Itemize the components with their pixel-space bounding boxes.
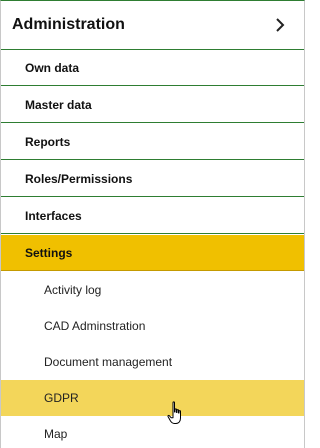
menu-item-master-data[interactable]: Master data — [1, 87, 304, 123]
menu-title: Administration — [12, 16, 125, 33]
submenu-item-label: CAD Adminstration — [44, 319, 146, 333]
submenu-item-label: Document management — [44, 355, 173, 369]
menu-item-interfaces[interactable]: Interfaces — [1, 198, 304, 234]
submenu-item-activity-log[interactable]: Activity log — [1, 272, 304, 308]
menu-item-settings[interactable]: Settings — [1, 235, 304, 271]
chevron-right-icon[interactable] — [274, 18, 286, 32]
menu-item-label: Reports — [25, 134, 71, 149]
menu-item-label: Master data — [25, 97, 92, 112]
menu-item-reports[interactable]: Reports — [1, 124, 304, 160]
menu-item-own-data[interactable]: Own data — [1, 50, 304, 86]
submenu-item-label: GDPR — [44, 391, 79, 405]
menu-item-label: Settings — [25, 245, 73, 260]
submenu-item-gdpr[interactable]: GDPR — [1, 380, 304, 416]
submenu-item-label: Map — [44, 427, 68, 441]
submenu-item-map[interactable]: Map — [1, 416, 304, 448]
menu-item-label: Roles/Permissions — [25, 171, 133, 186]
submenu-item-label: Activity log — [44, 283, 102, 297]
menu-item-label: Interfaces — [25, 208, 82, 223]
menu-item-label: Own data — [25, 60, 80, 75]
administration-menu: Administration Own data Master data Repo… — [0, 0, 305, 448]
submenu-item-cad-adminstration[interactable]: CAD Adminstration — [1, 308, 304, 344]
menu-item-roles-permissions[interactable]: Roles/Permissions — [1, 161, 304, 197]
submenu-item-document-management[interactable]: Document management — [1, 344, 304, 380]
menu-header[interactable]: Administration — [1, 1, 304, 49]
